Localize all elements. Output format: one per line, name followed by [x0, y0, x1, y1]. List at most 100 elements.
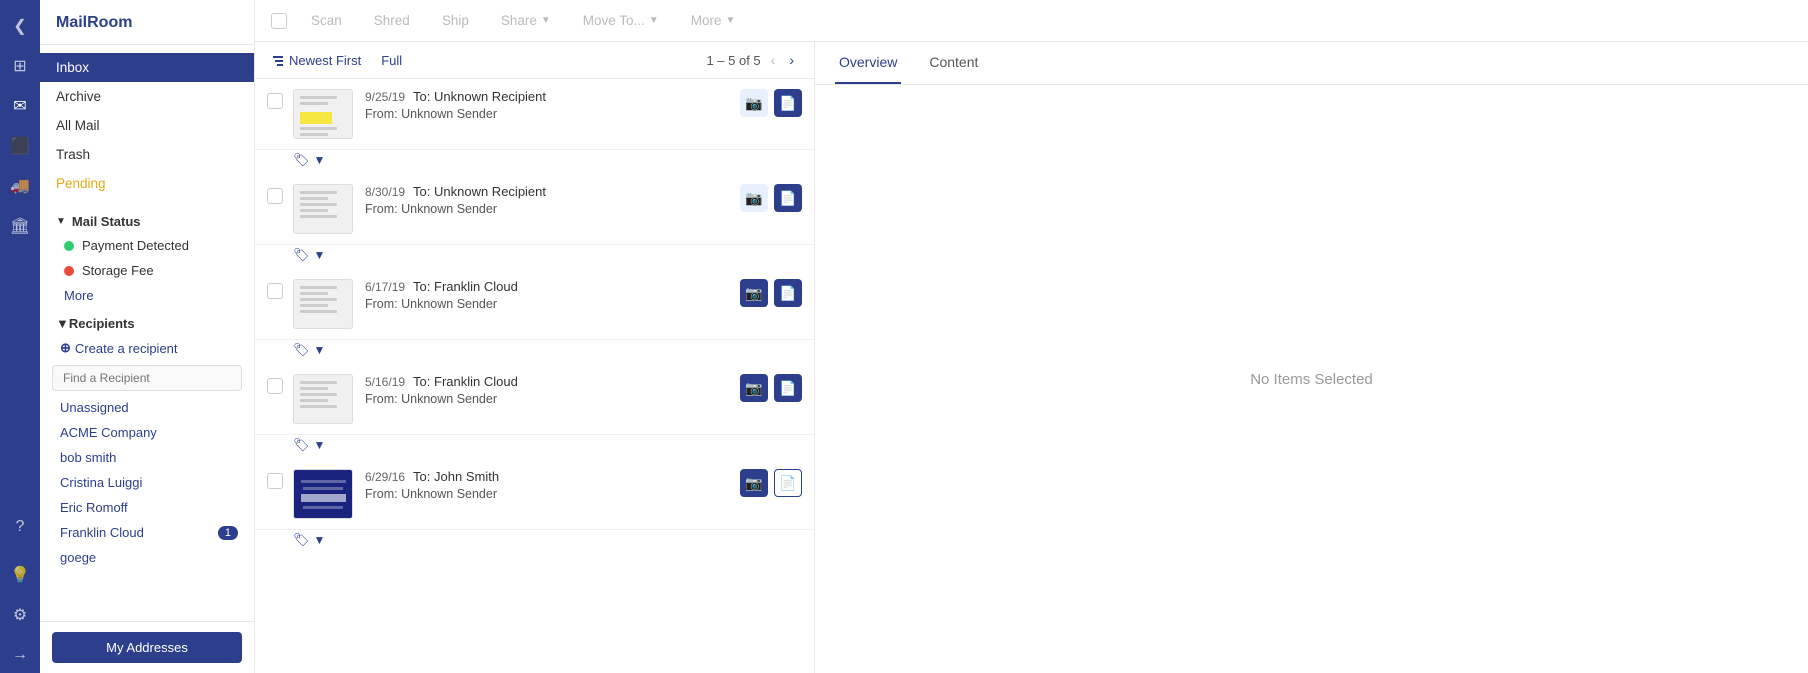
- view-button[interactable]: Full: [377, 53, 402, 68]
- document-icon[interactable]: 📄: [774, 89, 802, 117]
- shred-button[interactable]: Shred: [362, 8, 422, 33]
- camera-active-icon[interactable]: 📷: [740, 279, 768, 307]
- document-icon[interactable]: 📄: [774, 279, 802, 307]
- recipient-item-goege[interactable]: goege: [40, 545, 254, 570]
- mail-item-row[interactable]: 6/29/16 To: John Smith From: Unknown Sen…: [255, 459, 814, 530]
- recipient-item-unassigned[interactable]: Unassigned: [40, 395, 254, 420]
- select-all-checkbox[interactable]: [271, 13, 287, 29]
- recipient-name: Franklin Cloud: [434, 279, 518, 294]
- tag-button[interactable]: 🏷 ▼: [293, 437, 325, 453]
- empty-message-text: No Items Selected: [1250, 371, 1373, 388]
- tag-button[interactable]: 🏷 ▼: [293, 152, 325, 168]
- chevron-left-icon[interactable]: ❮: [2, 8, 38, 44]
- sidebar-item-allmail[interactable]: All Mail: [40, 111, 254, 140]
- mail-item[interactable]: 9/25/19 To: Unknown Recipient From: Unkn…: [255, 79, 814, 174]
- mail-item-row[interactable]: 5/16/19 To: Franklin Cloud From: Unknown…: [255, 364, 814, 435]
- settings-icon[interactable]: ⚙: [2, 597, 38, 633]
- create-recipient-btn[interactable]: ⊕ Create a recipient: [40, 335, 254, 361]
- sidebar-item-inbox[interactable]: Inbox: [40, 53, 254, 82]
- tag-button[interactable]: 🏷 ▼: [293, 532, 325, 548]
- tag-button[interactable]: 🏷 ▼: [293, 342, 325, 358]
- move-to-button[interactable]: Move To... ▼: [571, 8, 671, 33]
- mail-actions: 📷 📄: [740, 89, 802, 117]
- mail-status-section-header[interactable]: ▼ Mail Status: [40, 206, 254, 233]
- recipient-name: Franklin Cloud: [434, 374, 518, 389]
- mail-info: 6/17/19 To: Franklin Cloud From: Unknown…: [365, 279, 740, 311]
- ship-button[interactable]: Ship: [430, 8, 481, 33]
- sidebar-item-archive[interactable]: Archive: [40, 82, 254, 111]
- document-icon[interactable]: 📄: [774, 374, 802, 402]
- bulb-icon[interactable]: 💡: [2, 557, 38, 593]
- recipient-name: John Smith: [434, 469, 499, 484]
- scan-button[interactable]: Scan: [299, 8, 354, 33]
- recipient-label: ACME Company: [60, 425, 157, 440]
- sidebar-item-trash[interactable]: Trash: [40, 140, 254, 169]
- pagination: 1 – 5 of 5 ‹ ›: [706, 50, 798, 70]
- tag-icon: 🏷: [293, 247, 310, 263]
- mail-from: From: Unknown Sender: [365, 487, 740, 501]
- mail-item-checkbox[interactable]: [267, 188, 283, 204]
- mail-item-row[interactable]: 9/25/19 To: Unknown Recipient From: Unkn…: [255, 79, 814, 150]
- camera-icon[interactable]: 📷: [740, 184, 768, 212]
- mail-item-checkbox[interactable]: [267, 473, 283, 489]
- logout-icon[interactable]: →: [2, 637, 38, 673]
- mail-item-row[interactable]: 6/17/19 To: Franklin Cloud From: Unknown…: [255, 269, 814, 340]
- mail-item-tags: 🏷 ▼: [255, 340, 814, 364]
- camera-active-icon[interactable]: 📷: [740, 469, 768, 497]
- more-label: More: [691, 13, 722, 28]
- screen-icon[interactable]: ⬛: [2, 128, 38, 164]
- document-icon[interactable]: 📄: [774, 184, 802, 212]
- my-addresses-button[interactable]: My Addresses: [52, 632, 242, 663]
- tag-arrow-icon: ▼: [314, 533, 326, 547]
- recipient-label: goege: [60, 550, 96, 565]
- payment-detected-label: Payment Detected: [82, 238, 189, 253]
- mail-item-checkbox[interactable]: [267, 93, 283, 109]
- mail-item-row[interactable]: 8/30/19 To: Unknown Recipient From: Unkn…: [255, 174, 814, 245]
- recipients-section-header[interactable]: ▼ Recipients: [40, 308, 254, 335]
- document-outline-icon[interactable]: 📄: [774, 469, 802, 497]
- camera-active-icon[interactable]: 📷: [740, 374, 768, 402]
- mail-date: 6/17/19: [365, 280, 405, 294]
- mail-meta: 5/16/19 To: Franklin Cloud: [365, 374, 740, 389]
- mail-item-checkbox[interactable]: [267, 283, 283, 299]
- camera-icon[interactable]: 📷: [740, 89, 768, 117]
- sidebar-item-pending[interactable]: Pending: [40, 169, 254, 198]
- more-button[interactable]: More ▼: [679, 8, 748, 33]
- mail-item[interactable]: 8/30/19 To: Unknown Recipient From: Unkn…: [255, 174, 814, 269]
- recipient-item-franklin[interactable]: Franklin Cloud 1: [40, 520, 254, 545]
- recipient-label: Franklin Cloud: [60, 525, 144, 540]
- tab-content[interactable]: Content: [925, 42, 982, 84]
- mail-info: 5/16/19 To: Franklin Cloud From: Unknown…: [365, 374, 740, 406]
- mail-icon[interactable]: ✉: [2, 88, 38, 124]
- share-button[interactable]: Share ▼: [489, 8, 563, 33]
- mail-item-tags: 🏷 ▼: [255, 530, 814, 554]
- mail-to: To: Unknown Recipient: [413, 89, 546, 104]
- recipient-item-eric[interactable]: Eric Romoff: [40, 495, 254, 520]
- question-icon[interactable]: ?: [2, 509, 38, 545]
- recipients-title: Recipients: [69, 316, 135, 331]
- recipient-item-acme[interactable]: ACME Company: [40, 420, 254, 445]
- status-item-payment-detected[interactable]: Payment Detected: [40, 233, 254, 258]
- prev-page-button[interactable]: ‹: [767, 50, 780, 70]
- grid-icon[interactable]: ⊞: [2, 48, 38, 84]
- truck-icon[interactable]: 🚚: [2, 168, 38, 204]
- mail-item-checkbox[interactable]: [267, 378, 283, 394]
- tag-button[interactable]: 🏷 ▼: [293, 247, 325, 263]
- mail-status-more[interactable]: More: [40, 283, 254, 308]
- bank-icon[interactable]: 🏛: [2, 208, 38, 244]
- mail-item[interactable]: 5/16/19 To: Franklin Cloud From: Unknown…: [255, 364, 814, 459]
- next-page-button[interactable]: ›: [785, 50, 798, 70]
- recipient-item-bob[interactable]: bob smith: [40, 445, 254, 470]
- mail-item[interactable]: 6/29/16 To: John Smith From: Unknown Sen…: [255, 459, 814, 554]
- mail-item[interactable]: 6/17/19 To: Franklin Cloud From: Unknown…: [255, 269, 814, 364]
- mail-status-title: Mail Status: [72, 214, 141, 229]
- mail-status-chevron-icon: ▼: [56, 216, 66, 227]
- status-item-storage-fee[interactable]: Storage Fee: [40, 258, 254, 283]
- sort-button[interactable]: Newest First: [271, 53, 361, 68]
- tab-overview[interactable]: Overview: [835, 42, 901, 84]
- recipient-label: Unassigned: [60, 400, 129, 415]
- recipient-search-input[interactable]: [52, 365, 242, 391]
- recipient-label: Cristina Luiggi: [60, 475, 142, 490]
- recipient-item-cristina[interactable]: Cristina Luiggi: [40, 470, 254, 495]
- mail-date: 8/30/19: [365, 185, 405, 199]
